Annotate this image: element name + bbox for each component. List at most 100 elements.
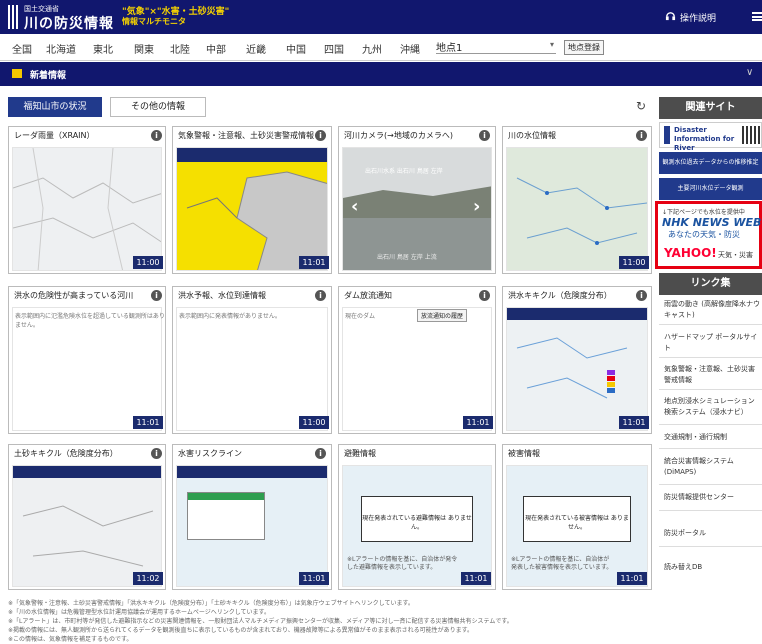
panel-title: 気象警報・注意報、土砂災害警戒情報 bbox=[178, 131, 314, 140]
footer-note: ※「Lアラート」は、市町村等が発信した避難指示などの災害関連情報を、一般財団法人… bbox=[8, 618, 513, 625]
panel-message: 現在のダム bbox=[345, 313, 376, 320]
related-link-button[interactable]: 観測水位過去データからの推移推定 bbox=[659, 152, 762, 174]
risk-level-bar bbox=[188, 493, 264, 500]
radar-map[interactable] bbox=[12, 147, 162, 271]
panel-risk-line[interactable]: 水害リスクライン i 11:01 bbox=[172, 444, 332, 590]
info-icon[interactable]: i bbox=[636, 130, 647, 141]
info-icon[interactable]: i bbox=[315, 448, 326, 459]
sidebar-link[interactable]: 地点別浸水シミュレーション検索システム（浸水ナビ） bbox=[664, 396, 760, 418]
info-icon[interactable]: i bbox=[151, 290, 162, 301]
info-icon[interactable]: i bbox=[479, 130, 490, 141]
refresh-icon[interactable]: ↻ bbox=[636, 99, 646, 113]
banner-mark-icon bbox=[664, 126, 670, 144]
info-icon[interactable]: i bbox=[636, 290, 647, 301]
kikikuru-map[interactable] bbox=[506, 307, 648, 431]
ministry-logo-icon bbox=[8, 5, 18, 29]
region-link[interactable]: 北陸 bbox=[170, 41, 190, 56]
map-graphic bbox=[13, 148, 161, 270]
map-toolbar bbox=[507, 308, 647, 320]
links-heading: リンク集 bbox=[659, 273, 762, 295]
tab-city-status[interactable]: 福知山市の状況 bbox=[8, 97, 102, 117]
camera-image[interactable]: 出石川水系 出石川 鳥居 左岸 出石川 鳥居 左岸 上流 ‹ › bbox=[342, 147, 492, 271]
lalert-note: ※Lアラートの情報を基に、自治体が発令した避難情報を表示しています。 bbox=[347, 556, 458, 571]
info-icon[interactable]: i bbox=[151, 130, 162, 141]
related-sites-heading: 関連サイト bbox=[659, 97, 762, 119]
panel-sediment-kikikuru[interactable]: 土砂キキクル（危険度分布） i 11:02 bbox=[8, 444, 166, 590]
panel-message: 表示範囲内に氾濫危険水位を超過している観測所はありません。 bbox=[15, 313, 165, 329]
panel-river-level[interactable]: 川の水位情報 i 11:00 bbox=[502, 126, 652, 274]
next-camera-icon[interactable]: › bbox=[473, 196, 480, 217]
yahoo-subtitle: 天気・災害 bbox=[718, 251, 753, 259]
panel-title: 洪水キキクル（危険度分布） bbox=[508, 291, 612, 300]
app-header: 国土交通省 川の防災情報 "気象"×"水害・土砂災害" 情報マルチモニタ 操作説… bbox=[0, 0, 762, 34]
yahoo-logo[interactable]: YAHOO! bbox=[664, 246, 717, 260]
region-link[interactable]: 関東 bbox=[134, 41, 154, 56]
register-place-button[interactable]: 地点登録 bbox=[564, 40, 604, 55]
sidebar-link[interactable]: 交通規制・通行規制 bbox=[664, 432, 760, 443]
tab-other-info[interactable]: その他の情報 bbox=[110, 97, 206, 117]
map-graphic bbox=[186, 171, 327, 270]
panel-title: 被害情報 bbox=[508, 449, 540, 458]
sidebar-link[interactable]: 気象警報・注意報、土砂災害警戒情報 bbox=[664, 364, 760, 386]
level-map[interactable] bbox=[506, 147, 648, 271]
region-link[interactable]: 近畿 bbox=[246, 41, 266, 56]
update-time: 11:00 bbox=[133, 256, 163, 269]
region-link[interactable]: 中国 bbox=[286, 41, 306, 56]
headphone-icon[interactable] bbox=[665, 10, 676, 21]
menu-icon[interactable] bbox=[752, 12, 762, 21]
sediment-map[interactable] bbox=[12, 465, 162, 587]
help-link[interactable]: 操作説明 bbox=[680, 11, 716, 24]
panel-flood-forecast[interactable]: 洪水予報、水位到達情報 i 表示範囲内に発表情報がありません。 11:00 bbox=[172, 286, 332, 434]
sidebar-link[interactable]: 統合災害情報システム (DiMAPS) bbox=[664, 456, 760, 478]
damage-map[interactable]: 現在発表されている被害情報は ありません。 ※Lアラートの情報を基に、自治体が発… bbox=[506, 465, 648, 587]
panel-weather-warning[interactable]: 気象警報・注意報、土砂災害警戒情報 i 11:01 bbox=[172, 126, 332, 274]
map-toolbar bbox=[13, 466, 161, 478]
sidebar-link[interactable]: 防災ポータル bbox=[664, 528, 760, 539]
region-link[interactable]: 北海道 bbox=[46, 41, 76, 56]
news-bar[interactable]: 新着情報 ∨ bbox=[0, 62, 762, 86]
region-link[interactable]: 東北 bbox=[93, 41, 113, 56]
nhk-logo[interactable]: NHK NEWS WEB bbox=[662, 216, 761, 229]
tagline-line2: 情報マルチモニタ bbox=[122, 17, 186, 26]
panel-dam-release[interactable]: ダム放流通知 i 現在のダム 放流通知の履歴 11:01 bbox=[338, 286, 496, 434]
dam-history-button[interactable]: 放流通知の履歴 bbox=[417, 309, 468, 322]
footer-note: ※掲載の情報には、無人観測所から送られてくるデータを観測後直ちに表示しているもの… bbox=[8, 627, 473, 634]
info-icon[interactable]: i bbox=[479, 290, 490, 301]
map-graphic bbox=[516, 177, 647, 245]
divider bbox=[659, 424, 762, 425]
panel-damage[interactable]: 被害情報 現在発表されている被害情報は ありません。 ※Lアラートの情報を基に、… bbox=[502, 444, 652, 590]
camera-sub-caption: 出石川 鳥居 左岸 上流 bbox=[377, 254, 437, 261]
region-link[interactable]: 中部 bbox=[206, 41, 226, 56]
info-icon[interactable]: i bbox=[315, 290, 326, 301]
panel-title: 洪水の危険性が高まっている河川 bbox=[14, 291, 134, 300]
panel-flood-risk[interactable]: 洪水の危険性が高まっている河川 i 表示範囲内に氾濫危険水位を超過している観測所… bbox=[8, 286, 166, 434]
panel-river-camera[interactable]: 河川カメラ(→地域のカメラへ) i 出石川水系 出石川 鳥居 左岸 出石川 鳥居… bbox=[338, 126, 496, 274]
divider bbox=[659, 324, 762, 325]
sidebar-link[interactable]: 防災情報提供センター bbox=[664, 492, 760, 503]
info-icon[interactable]: i bbox=[151, 448, 162, 459]
sidebar-link[interactable]: 読み替えDB bbox=[664, 562, 760, 573]
region-link[interactable]: 沖縄 bbox=[400, 41, 420, 56]
panel-radar[interactable]: レーダ雨量（XRAIN） i 11:00 bbox=[8, 126, 166, 274]
chevron-down-icon[interactable]: ∨ bbox=[746, 67, 753, 78]
sidebar-link[interactable]: ハザードマップ ポータルサイト bbox=[664, 332, 760, 354]
sidebar-link[interactable]: 雨雲の動き (高解像度降水ナウキャスト) bbox=[664, 299, 760, 321]
info-icon[interactable]: i bbox=[315, 130, 326, 141]
site-title[interactable]: 川の防災情報 bbox=[24, 13, 114, 33]
region-link[interactable]: 四国 bbox=[324, 41, 344, 56]
region-link[interactable]: 九州 bbox=[362, 41, 382, 56]
region-link[interactable]: 全国 bbox=[12, 41, 32, 56]
panel-flood-kikikuru[interactable]: 洪水キキクル（危険度分布） i 11:01 bbox=[502, 286, 652, 434]
evacuation-map[interactable]: 現在発表されている避難情報は ありません。 ※Lアラートの情報を基に、自治体が発… bbox=[342, 465, 492, 587]
panel-title: 川の水位情報 bbox=[508, 131, 556, 140]
related-link-button[interactable]: 主要河川水位データ観測 bbox=[659, 178, 762, 200]
disaster-info-banner[interactable]: Disaster Information for River bbox=[659, 122, 762, 152]
region-nav: 全国 北海道 東北 関東 北陸 中部 近畿 中国 四国 九州 沖縄 地点1 ▾ 地… bbox=[0, 34, 762, 61]
panel-evacuation[interactable]: 避難情報 現在発表されている避難情報は ありません。 ※Lアラートの情報を基に、… bbox=[338, 444, 496, 590]
place-select[interactable]: 地点1 ▾ bbox=[436, 39, 556, 54]
prev-camera-icon[interactable]: ‹ bbox=[351, 196, 358, 217]
warning-map[interactable] bbox=[176, 147, 328, 271]
panel-title[interactable]: 河川カメラ(→地域のカメラへ) bbox=[344, 130, 453, 141]
update-time: 11:00 bbox=[299, 416, 329, 429]
risk-line-map[interactable] bbox=[176, 465, 328, 587]
